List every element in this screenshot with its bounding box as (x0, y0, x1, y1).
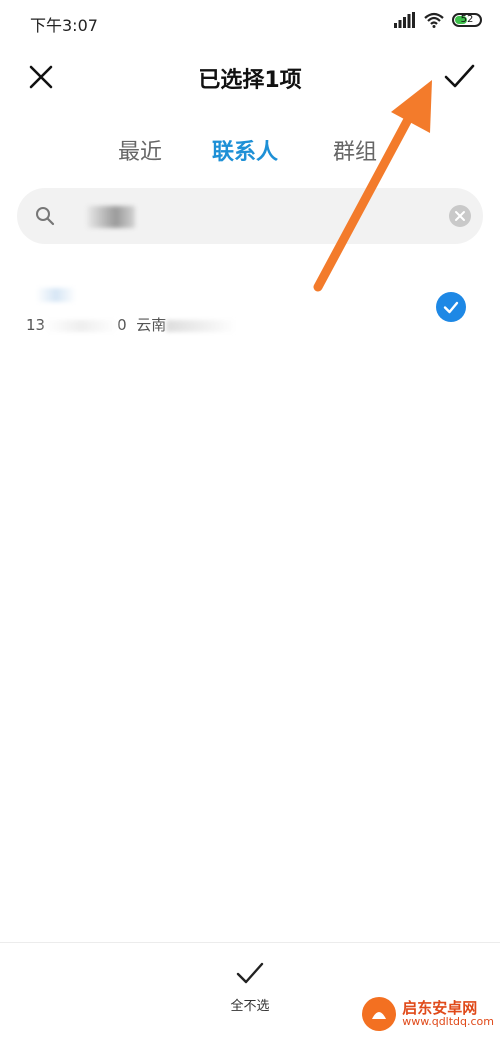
search-text-redacted (87, 206, 135, 228)
contact-name-redacted (36, 288, 76, 302)
location-redacted (166, 319, 237, 332)
contact-item[interactable]: 13 0 云南 (0, 282, 500, 342)
contact-detail: 13 0 云南 (26, 314, 237, 335)
wifi-icon (424, 12, 444, 28)
watermark-text: 启东安卓网 www.qdltdq.com (402, 1000, 494, 1029)
contact-phone-suffix: 0 (117, 316, 127, 334)
watermark-logo-icon (362, 997, 397, 1031)
title-bar: 已选择1项 (0, 54, 500, 100)
watermark-title: 启东安卓网 (402, 998, 478, 1017)
watermark-url: www.qdltdq.com (402, 1015, 494, 1029)
status-bar: 下午3:07 52 (0, 0, 500, 44)
search-box[interactable] (17, 188, 483, 244)
check-icon (443, 301, 459, 314)
watermark: 启东安卓网 www.qdltdq.com (362, 997, 494, 1031)
check-icon (236, 962, 264, 984)
confirm-button[interactable] (442, 60, 476, 94)
contact-phone-prefix: 13 (26, 316, 46, 334)
check-icon (444, 64, 475, 88)
tab-contacts[interactable]: 联系人 (212, 134, 278, 166)
signal-icon (394, 12, 415, 28)
selected-checkbox[interactable] (436, 292, 466, 322)
phone-redacted (45, 319, 118, 332)
deselect-all-button[interactable]: 全不选 (210, 961, 290, 1021)
clear-search-button[interactable] (449, 205, 471, 227)
page-title: 已选择1项 (198, 68, 302, 93)
tab-bar: 最近 联系人 群组 (0, 134, 500, 174)
battery-icon: 52 (452, 13, 482, 27)
search-icon (36, 207, 55, 226)
tab-recent[interactable]: 最近 (118, 134, 162, 166)
tab-groups[interactable]: 群组 (333, 134, 377, 166)
deselect-all-label: 全不选 (230, 999, 270, 1014)
battery-level: 52 (460, 14, 474, 25)
contact-location: 云南 (136, 316, 167, 334)
clear-icon (455, 211, 465, 221)
status-time: 下午3:07 (30, 16, 98, 35)
status-icons: 52 (394, 12, 482, 28)
